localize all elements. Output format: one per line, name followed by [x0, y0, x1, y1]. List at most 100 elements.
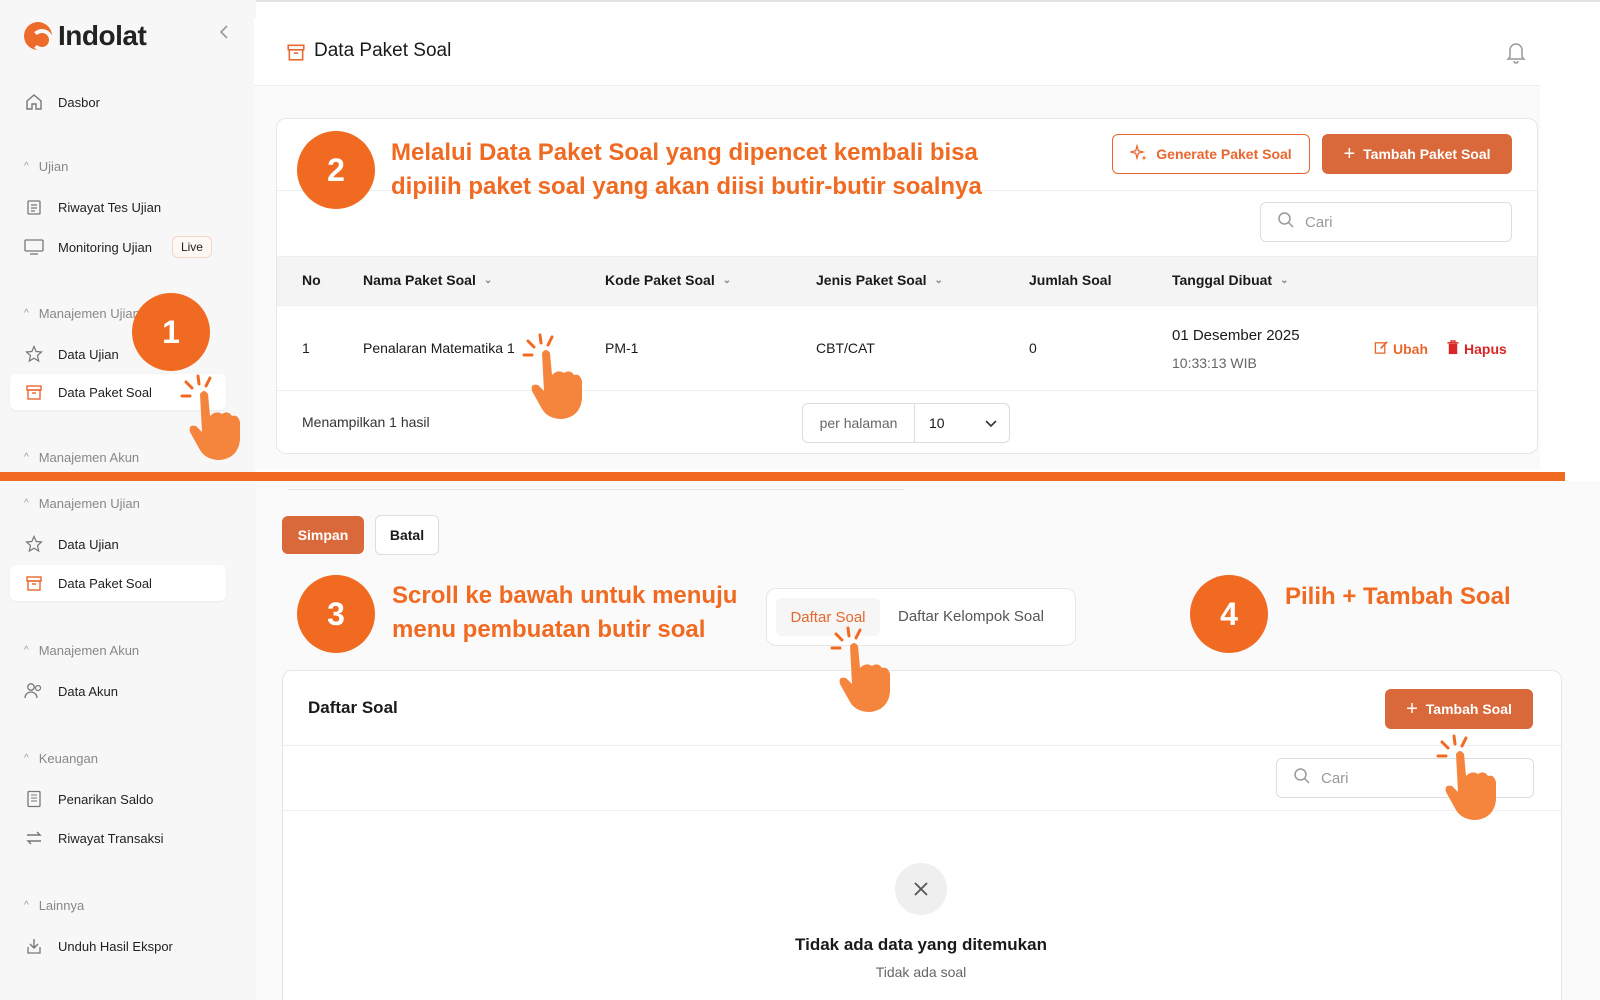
chevron-down-icon: ⌄	[934, 274, 943, 286]
chevron-down-icon: ⌄	[722, 274, 732, 286]
users-icon	[24, 681, 44, 701]
column-header-jenis[interactable]: Jenis Paket Soal ⌄	[816, 272, 943, 288]
sidebar-section-ujian[interactable]: ^ Ujian	[24, 159, 68, 174]
sidebar-item-label: Data Ujian	[58, 536, 119, 552]
sidebar-item-data-ujian[interactable]: Data Ujian	[24, 532, 119, 556]
divider	[288, 489, 904, 490]
sidebar-section-manajemen-akun[interactable]: ^ Manajemen Akun	[24, 643, 139, 658]
divider	[283, 810, 1561, 811]
tambah-soal-button[interactable]: + Tambah Soal	[1385, 689, 1533, 729]
button-label: Tambah Paket Soal	[1363, 146, 1491, 162]
chevron-down-icon	[985, 415, 997, 431]
button-label: Hapus	[1464, 341, 1507, 357]
cell-waktu: 10:33:13 WIB	[1172, 355, 1257, 371]
section-divider	[0, 472, 1565, 481]
per-page-label: per halaman	[803, 404, 915, 442]
sidebar-item-penarikan[interactable]: Penarikan Saldo	[24, 787, 153, 811]
result-count: Menampilkan 1 hasil	[302, 414, 430, 430]
ubah-button[interactable]: Ubah	[1374, 340, 1428, 358]
per-page-value[interactable]: 10	[915, 404, 1009, 442]
receipt-icon	[24, 789, 44, 809]
step-text-line: Scroll ke bawah untuk menuju	[392, 582, 738, 609]
sidebar-section-manajemen-akun[interactable]: ^ Manajemen Akun	[24, 450, 139, 465]
column-header-tanggal[interactable]: Tanggal Dibuat ⌄	[1172, 272, 1288, 288]
search-input[interactable]: Cari	[1260, 202, 1512, 242]
chevron-down-icon: ⌄	[483, 274, 493, 286]
logo[interactable]: Indolat	[24, 18, 147, 54]
step-text-line: menu pembuatan butir soal	[392, 616, 706, 643]
chevron-down-icon: ⌄	[1280, 274, 1289, 286]
column-header-jumlah: Jumlah Soal	[1029, 272, 1112, 288]
column-header-no: No	[302, 272, 321, 288]
chevron-up-icon: ^	[24, 452, 29, 463]
section-label: Manajemen Akun	[38, 643, 140, 658]
sidebar-section-manajemen-ujian[interactable]: ^ Manajemen Ujian	[24, 306, 140, 321]
chevron-up-icon: ^	[24, 753, 29, 764]
sidebar-item-data-ujian[interactable]: Data Ujian	[24, 342, 119, 366]
sidebar-item-label: Data Paket Soal	[58, 384, 152, 400]
hapus-button[interactable]: Hapus	[1446, 340, 1507, 358]
sidebar-item-data-paket-soal[interactable]: Data Paket Soal	[24, 571, 152, 595]
plus-icon: +	[1406, 697, 1418, 720]
sidebar-item-data-akun[interactable]: Data Akun	[24, 679, 118, 703]
sidebar-section-keuangan[interactable]: ^ Keuangan	[24, 751, 98, 766]
per-page-select[interactable]: per halaman 10	[802, 403, 1010, 443]
generate-paket-soal-button[interactable]: Generate Paket Soal	[1112, 134, 1310, 174]
step-1-badge: 1	[132, 293, 210, 371]
sidebar-section-manajemen-ujian[interactable]: ^ Manajemen Ujian	[24, 496, 140, 511]
sidebar-section-lainnya[interactable]: ^ Lainnya	[24, 898, 84, 913]
collapse-sidebar-icon[interactable]	[218, 24, 230, 45]
simpan-button[interactable]: Simpan	[282, 516, 364, 554]
step-4-text: Pilih + Tambah Soal	[1285, 583, 1511, 610]
divider	[277, 390, 1537, 391]
pointer-hand-icon	[522, 333, 582, 419]
chevron-up-icon: ^	[24, 308, 29, 319]
close-icon	[895, 863, 947, 915]
search-icon	[1293, 767, 1311, 789]
logo-text: Indolat	[58, 20, 147, 51]
sidebar-item-label: Monitoring Ujian	[58, 239, 152, 255]
cell-no: 1	[302, 340, 310, 356]
sidebar-item-riwayat-transaksi[interactable]: Riwayat Transaksi	[24, 826, 163, 850]
bell-icon[interactable]	[1505, 40, 1527, 69]
live-badge: Live	[171, 236, 212, 258]
per-page-current: 10	[929, 415, 945, 431]
column-header-nama[interactable]: Nama Paket Soal ⌄	[363, 272, 492, 288]
section-label: Keuangan	[38, 751, 98, 766]
section-label: Ujian	[38, 159, 69, 174]
sidebar-item-unduh[interactable]: Unduh Hasil Ekspor	[24, 934, 173, 958]
column-header-kode[interactable]: Kode Paket Soal ⌄	[605, 272, 731, 288]
sidebar-item-label: Unduh Hasil Ekspor	[58, 938, 173, 954]
step-4-badge: 4	[1190, 575, 1268, 653]
tambah-paket-soal-button[interactable]: + Tambah Paket Soal	[1322, 134, 1512, 174]
chevron-up-icon: ^	[24, 498, 29, 509]
section-label: Manajemen Akun	[38, 450, 140, 465]
step-2-badge: 2	[297, 131, 375, 209]
step-3-badge: 3	[297, 575, 375, 653]
tab-daftar-kelompok-soal[interactable]: Daftar Kelompok Soal	[898, 608, 1044, 625]
batal-button[interactable]: Batal	[375, 515, 439, 555]
transfer-icon	[24, 828, 44, 848]
search-placeholder: Cari	[1321, 769, 1349, 787]
sidebar-item-dasbor[interactable]: Dasbor	[24, 90, 100, 114]
archive-icon	[286, 42, 306, 67]
pointer-hand-icon	[1436, 734, 1496, 820]
clipboard-icon	[24, 197, 44, 217]
chevron-up-icon: ^	[24, 645, 29, 656]
sidebar-item-monitoring[interactable]: Monitoring Ujian Live	[24, 235, 212, 259]
divider	[283, 745, 1561, 746]
sidebar-item-riwayat-tes[interactable]: Riwayat Tes Ujian	[24, 195, 161, 219]
sidebar-item-data-paket-soal[interactable]: Data Paket Soal	[24, 380, 152, 404]
home-icon	[24, 92, 44, 112]
step-text-line: Melalui Data Paket Soal yang dipencet ke…	[391, 139, 978, 166]
chevron-up-icon: ^	[24, 900, 29, 911]
cell-jenis: CBT/CAT	[816, 340, 875, 356]
search-placeholder: Cari	[1305, 213, 1333, 231]
cell-nama[interactable]: Penalaran Matematika 1	[363, 340, 515, 356]
star-icon	[24, 534, 44, 554]
step-3-text: Scroll ke bawah untuk menuju menu pembua…	[392, 579, 737, 647]
search-icon	[1277, 211, 1295, 233]
sidebar-item-label: Riwayat Transaksi	[58, 830, 164, 846]
section-label: Manajemen Ujian	[38, 496, 140, 511]
list-title: Daftar Soal	[308, 698, 398, 717]
